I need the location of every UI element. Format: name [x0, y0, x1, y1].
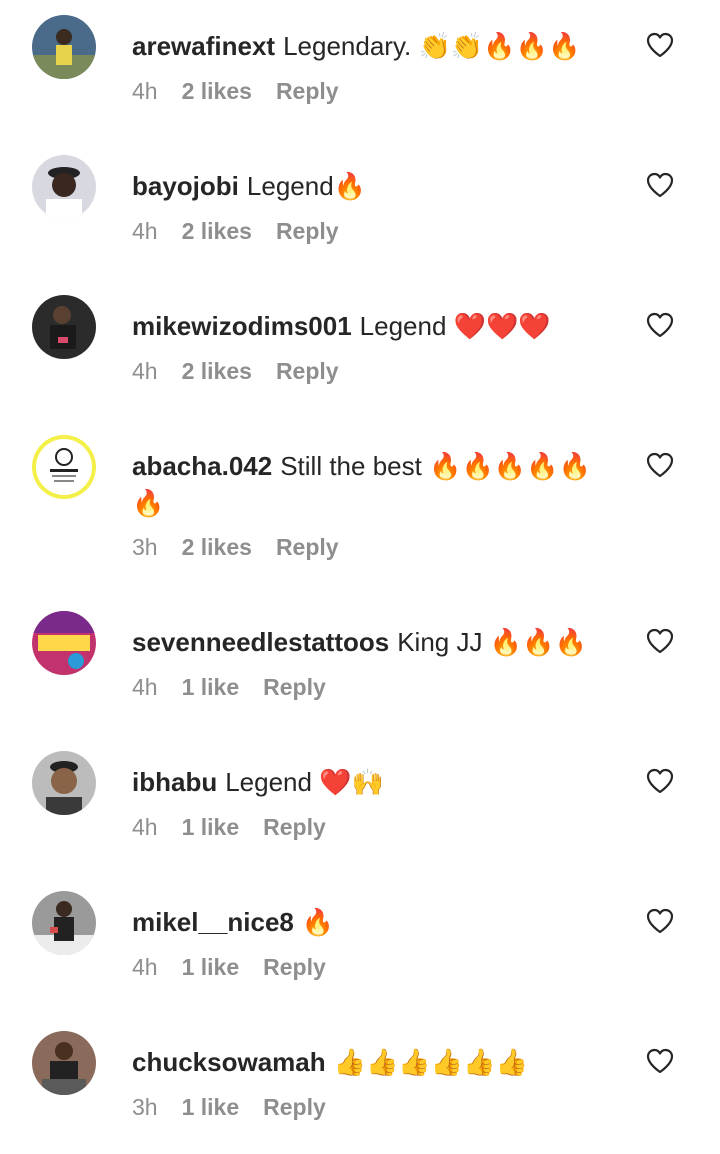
comment-meta: 3h 2 likes Reply [132, 534, 339, 561]
reply-button[interactable]: Reply [263, 954, 326, 981]
reply-button[interactable]: Reply [276, 358, 339, 385]
comment-username[interactable]: mikewizodims001 [132, 311, 352, 341]
avatar[interactable] [32, 1031, 96, 1095]
comment-meta: 4h 1 like Reply [132, 814, 326, 841]
reply-button[interactable]: Reply [263, 814, 326, 841]
comment-username[interactable]: arewafinext [132, 31, 275, 61]
comment-likes[interactable]: 1 like [182, 814, 240, 841]
reply-button[interactable]: Reply [263, 1094, 326, 1121]
comment-text-row: ibhabu Legend ❤️🙌 [132, 764, 612, 801]
comment-text-row: arewafinext Legendary. 👏👏🔥🔥🔥 [132, 28, 612, 65]
comment-time: 4h [132, 674, 158, 700]
comment-likes[interactable]: 1 like [182, 674, 240, 701]
comment-time: 4h [132, 814, 158, 840]
comment-text-row: chucksowamah 👍👍👍👍👍👍 [132, 1044, 612, 1081]
heart-icon[interactable] [646, 312, 674, 338]
comment-time: 3h [132, 1094, 158, 1120]
comment-username[interactable]: mikel__nice8 [132, 907, 294, 937]
avatar[interactable] [32, 891, 96, 955]
heart-icon[interactable] [646, 32, 674, 58]
comment-body: King JJ 🔥🔥🔥 [397, 627, 587, 657]
comment-text-row: mikewizodims001 Legend ❤️❤️❤️ [132, 308, 612, 345]
comment-username[interactable]: bayojobi [132, 171, 239, 201]
comment-time: 4h [132, 358, 158, 384]
avatar[interactable] [32, 295, 96, 359]
comment-time: 4h [132, 78, 158, 104]
reply-button[interactable]: Reply [276, 534, 339, 561]
comment-likes[interactable]: 2 likes [182, 358, 252, 385]
comment-text-row: sevenneedlestattoos King JJ 🔥🔥🔥 [132, 624, 612, 661]
comment-text-row: abacha.042 Still the best 🔥🔥🔥🔥🔥🔥 [132, 448, 612, 522]
comment-meta: 4h 2 likes Reply [132, 78, 339, 105]
comment-likes[interactable]: 1 like [182, 954, 240, 981]
comment-likes[interactable]: 2 likes [182, 78, 252, 105]
comment-body: Legend🔥 [246, 171, 367, 201]
comment-text-row: mikel__nice8 🔥 [132, 904, 612, 941]
comment-body: 🔥 [301, 907, 335, 937]
comment-username[interactable]: chucksowamah [132, 1047, 326, 1077]
comment-time: 3h [132, 534, 158, 560]
avatar[interactable] [32, 435, 96, 499]
avatar[interactable] [32, 155, 96, 219]
comment-username[interactable]: abacha.042 [132, 451, 272, 481]
comment-likes[interactable]: 2 likes [182, 534, 252, 561]
comment-time: 4h [132, 218, 158, 244]
comment-body: Legend ❤️🙌 [225, 767, 384, 797]
heart-icon[interactable] [646, 768, 674, 794]
comment-likes[interactable]: 1 like [182, 1094, 240, 1121]
comment-body: Legendary. 👏👏🔥🔥🔥 [283, 31, 581, 61]
comment-meta: 4h 1 like Reply [132, 674, 326, 701]
comment-meta: 3h 1 like Reply [132, 1094, 326, 1121]
comment-meta: 4h 2 likes Reply [132, 358, 339, 385]
comment-text-row: bayojobi Legend🔥 [132, 168, 612, 205]
comment-likes[interactable]: 2 likes [182, 218, 252, 245]
comment-username[interactable]: ibhabu [132, 767, 217, 797]
heart-icon[interactable] [646, 628, 674, 654]
comment-meta: 4h 1 like Reply [132, 954, 326, 981]
comment-body: 👍👍👍👍👍👍 [333, 1047, 528, 1077]
reply-button[interactable]: Reply [263, 674, 326, 701]
comment-body: Legend ❤️❤️❤️ [359, 311, 551, 341]
avatar[interactable] [32, 15, 96, 79]
avatar[interactable] [32, 751, 96, 815]
reply-button[interactable]: Reply [276, 78, 339, 105]
heart-icon[interactable] [646, 1048, 674, 1074]
heart-icon[interactable] [646, 452, 674, 478]
comment-username[interactable]: sevenneedlestattoos [132, 627, 389, 657]
heart-icon[interactable] [646, 172, 674, 198]
reply-button[interactable]: Reply [276, 218, 339, 245]
comment-meta: 4h 2 likes Reply [132, 218, 339, 245]
comment-time: 4h [132, 954, 158, 980]
heart-icon[interactable] [646, 908, 674, 934]
avatar[interactable] [32, 611, 96, 675]
